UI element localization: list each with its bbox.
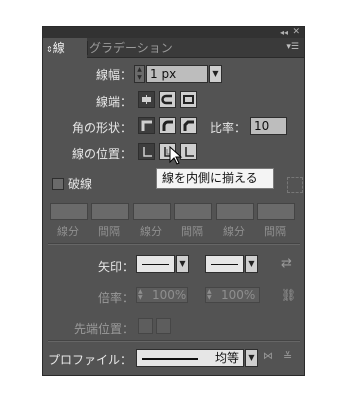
gap-2-input[interactable] [174,203,212,220]
profile-label: プロファイル： [48,353,133,367]
round-join-icon [162,120,173,131]
flip-vertical-icon[interactable]: ≚ [283,350,292,363]
scale-label: 倍率： [98,291,135,305]
dash-3-input[interactable] [216,203,254,220]
profile-value: 均等 [214,351,239,365]
round-join-button[interactable] [159,117,176,134]
weight-dropdown[interactable]: ▼ [209,65,222,83]
weight-stepper[interactable]: ▲ ▼ [134,65,145,83]
flip-horizontal-icon[interactable]: ⋈ [263,351,273,362]
end-scale-stepper[interactable]: ▲ ▼ [207,289,212,301]
round-cap-button[interactable] [159,91,176,108]
gap-1-input[interactable] [91,203,129,220]
cap-label: 線端： [96,95,133,109]
tab-divider [87,41,88,55]
miter-join-button[interactable] [138,117,155,134]
projecting-cap-icon [183,95,194,104]
projecting-cap-button[interactable] [180,91,197,108]
arrow-align-label: 先端位置： [74,322,135,336]
stroke-panel: ◂◂ ✕ ⇕線 グラデーション ▾☰ 線幅： ▲ ▼ 1 px ▼ 線端： 角の形… [42,26,305,376]
arrowheads-label: 矢印： [98,260,135,274]
gap-label: 間隔 [181,225,203,238]
end-arrowhead-select[interactable] [205,255,244,273]
bevel-join-button[interactable] [180,117,197,134]
arrow-tip-at-end-button[interactable] [156,318,171,334]
swap-arrowheads-icon[interactable]: ⇄ [281,256,292,271]
align-center-button[interactable] [138,143,155,160]
end-scale-input[interactable]: 100% [205,287,260,303]
align-stroke-label: 線の位置： [72,147,133,161]
profile-dropdown[interactable]: ▼ [245,349,258,367]
miter-join-icon [141,120,152,131]
tab-gradient[interactable]: グラデーション [89,38,173,58]
start-scale-stepper[interactable]: ▲ ▼ [138,289,143,301]
start-scale-input[interactable]: 100% [136,287,188,303]
tab-stroke[interactable]: ⇕線 [43,38,87,58]
close-icon[interactable]: ✕ [292,27,300,38]
mouse-cursor-icon [169,146,183,165]
dash-label: 線分 [140,225,162,238]
divider [48,340,300,342]
profile-select[interactable]: 均等 [136,349,244,367]
dashed-line-checkbox[interactable] [52,178,64,190]
gap-label: 間隔 [264,225,286,238]
start-arrowhead-dropdown[interactable]: ▼ [176,255,189,273]
dashed-line-label: 破線 [68,177,93,191]
link-scale-icon[interactable]: ⛓ [281,288,296,302]
butt-cap-button[interactable] [138,91,155,108]
dash-label: 線分 [223,225,245,238]
dash-align-icon[interactable] [287,177,303,193]
tab-bar: ⇕線 グラデーション ▾☰ [43,38,304,58]
panel-menu-icon[interactable]: ▾☰ [286,42,299,52]
dash-1-input[interactable] [50,203,88,220]
start-arrowhead-select[interactable] [136,255,175,273]
dash-2-input[interactable] [133,203,171,220]
tab-toggle-icon: ⇕ [46,45,53,54]
collapse-panel-icon[interactable]: ◂◂ [280,27,288,38]
align-center-icon [143,147,152,157]
tooltip: 線を内側に揃える [156,168,274,189]
arrow-tip-beyond-button[interactable] [138,318,153,334]
gap-label: 間隔 [98,225,120,238]
tab-stroke-label: 線 [52,41,65,55]
dash-label: 線分 [57,225,79,238]
gap-3-input[interactable] [257,203,295,220]
bevel-join-icon [183,120,194,131]
weight-label: 線幅： [96,68,133,82]
panel-titlebar: ◂◂ ✕ [43,27,304,38]
corner-label: 角の形状： [72,121,133,135]
weight-input[interactable]: 1 px [146,65,208,83]
divider [48,243,300,245]
miter-ratio-input[interactable]: 10 [250,117,287,135]
round-cap-icon [161,94,172,105]
align-outside-icon [185,147,194,157]
end-arrowhead-dropdown[interactable]: ▼ [245,255,258,273]
ratio-label: 比率： [210,121,247,135]
butt-cap-icon [142,95,151,104]
